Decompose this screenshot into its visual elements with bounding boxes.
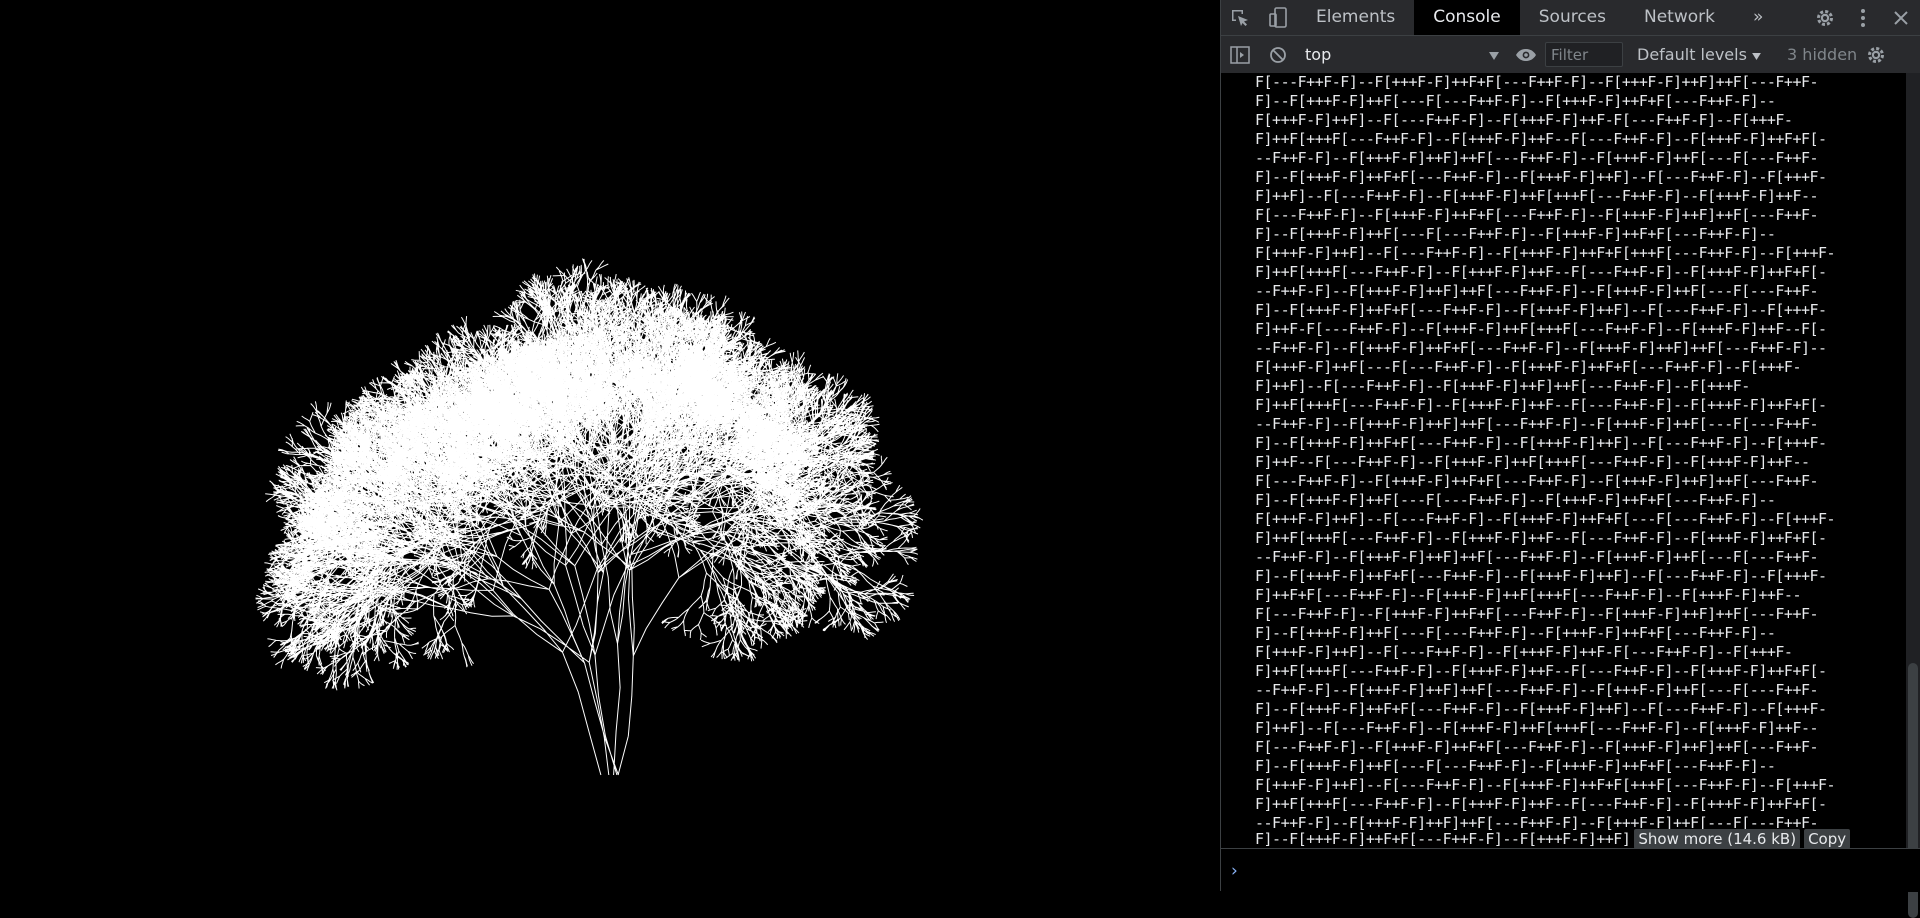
- caret-down-icon: [1752, 45, 1761, 64]
- console-log-message: F[---F++F-F]--F[+++F-F]++F+F[---F++F-F]-…: [1255, 73, 1836, 832]
- hidden-messages-count: 3 hidden: [1787, 45, 1858, 64]
- console-scrollbar[interactable]: [1906, 73, 1920, 918]
- devtools-panel: Elements Console Sources Network » top F…: [1220, 0, 1920, 918]
- devtools-tabbar: Elements Console Sources Network »: [1221, 0, 1920, 36]
- console-last-line: F]--F[+++F-F]++F+F[---F++F-F]--F[+++F-F]…: [1255, 829, 1851, 849]
- more-tabs-icon[interactable]: »: [1734, 0, 1782, 35]
- canvas-area: [0, 0, 1220, 891]
- log-levels-label: Default levels: [1637, 45, 1747, 64]
- eye-icon[interactable]: [1507, 37, 1545, 72]
- context-label: top: [1305, 45, 1332, 64]
- console-last-line-text: F]--F[+++F-F]++F+F[---F++F-F]--F[+++F-F]…: [1255, 830, 1631, 848]
- sidebar-toggle-icon[interactable]: [1221, 37, 1259, 72]
- close-icon[interactable]: [1882, 0, 1920, 35]
- log-levels-dropdown[interactable]: Default levels: [1637, 45, 1761, 64]
- prompt-chevron-icon: ›: [1231, 860, 1238, 881]
- console-prompt-row[interactable]: ›: [1221, 848, 1920, 892]
- tab-elements[interactable]: Elements: [1297, 0, 1414, 35]
- console-toolbar: top Default levels 3 hidden: [1221, 36, 1920, 74]
- tab-console[interactable]: Console: [1414, 0, 1520, 35]
- filter-input[interactable]: [1545, 42, 1623, 67]
- caret-down-icon: [1489, 45, 1499, 64]
- console-output[interactable]: F[---F++F-F]--F[+++F-F]++F+F[---F++F-F]-…: [1221, 73, 1920, 848]
- copy-button[interactable]: Copy: [1804, 829, 1851, 849]
- device-toggle-icon[interactable]: [1259, 0, 1297, 35]
- tab-network[interactable]: Network: [1625, 0, 1734, 35]
- console-settings-gear-icon[interactable]: [1857, 37, 1895, 72]
- tab-sources[interactable]: Sources: [1520, 0, 1625, 35]
- context-selector[interactable]: top: [1297, 42, 1507, 67]
- fractal-branches: [255, 258, 924, 776]
- more-vert-icon[interactable]: [1844, 0, 1882, 35]
- show-more-button[interactable]: Show more (14.6 kB): [1634, 829, 1801, 849]
- clear-console-icon[interactable]: [1259, 37, 1297, 72]
- gear-icon[interactable]: [1806, 0, 1844, 35]
- fractal-tree-drawing: [255, 258, 924, 776]
- inspect-icon[interactable]: [1221, 0, 1259, 35]
